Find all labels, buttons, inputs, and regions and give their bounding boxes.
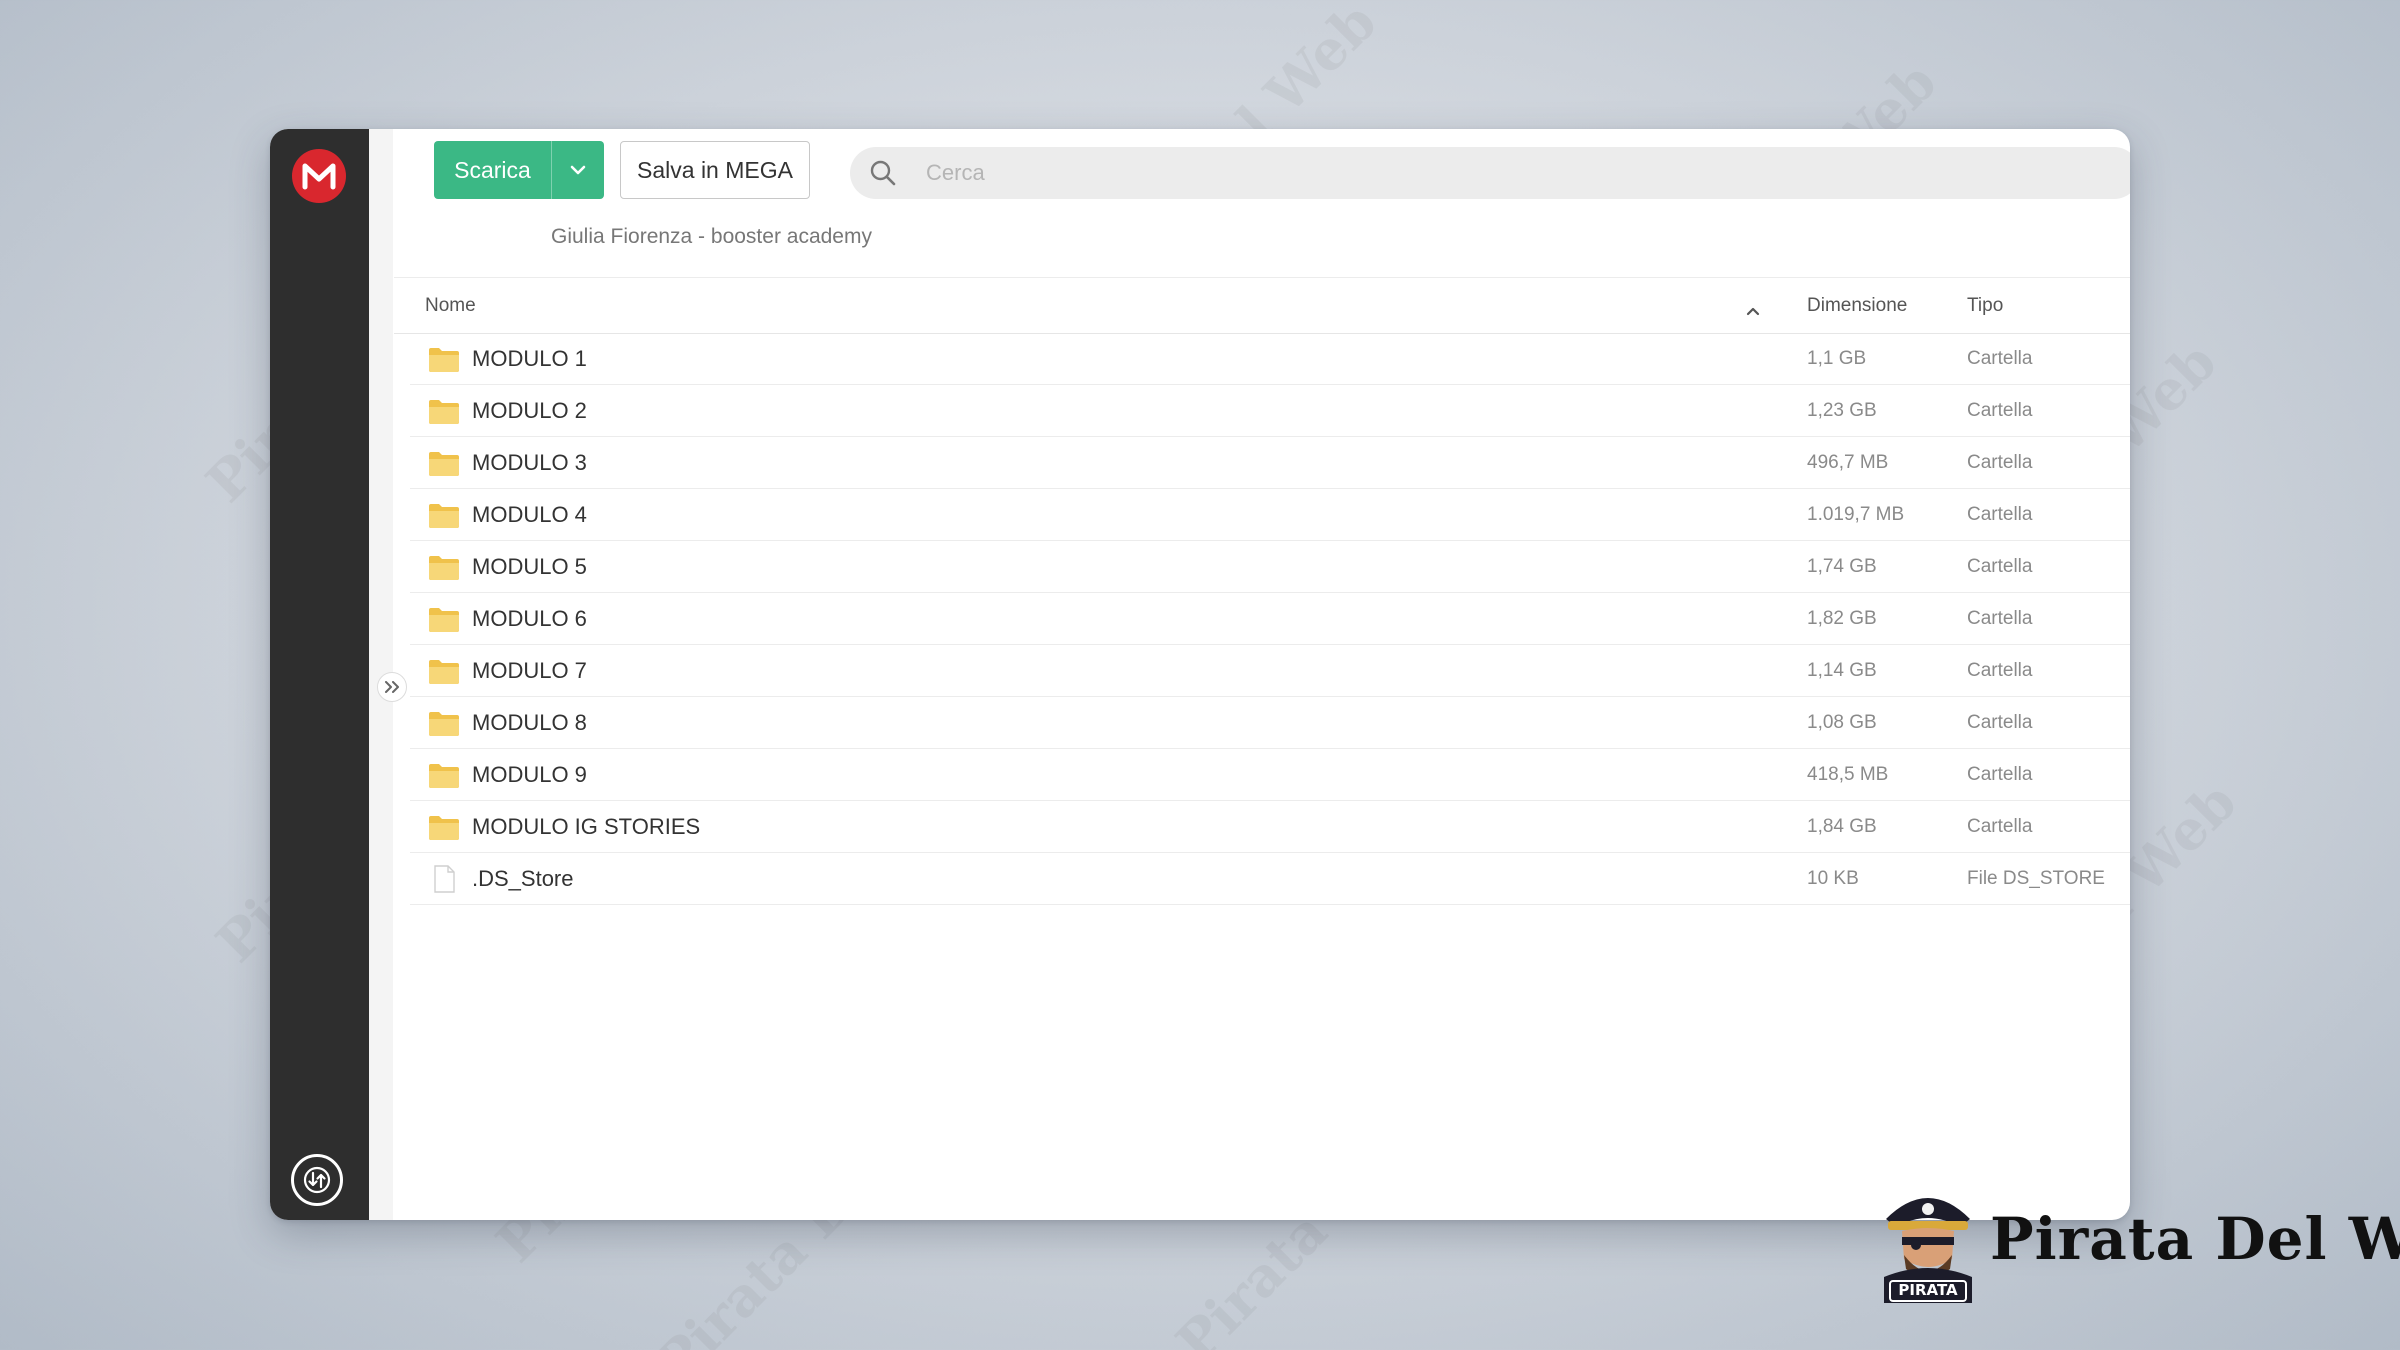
folder-icon [428, 709, 460, 737]
row-name: .DS_Store [472, 866, 574, 891]
row-name: MODULO 4 [472, 502, 587, 527]
transfer-manager-button[interactable] [291, 1154, 343, 1206]
row-type: Cartella [1967, 504, 2033, 525]
row-size: 1,84 GB [1807, 816, 1877, 837]
download-options-button[interactable] [551, 141, 604, 199]
download-button[interactable]: Scarica [434, 141, 604, 199]
table-row[interactable]: MODULO 1 1,1 GB Cartella [410, 333, 2130, 385]
row-type: Cartella [1967, 764, 2033, 785]
row-size: 1,1 GB [1807, 348, 1867, 369]
table-row[interactable]: MODULO 6 1,82 GB Cartella [410, 593, 2130, 645]
file-rows: MODULO 1 1,1 GB Cartella MODULO 2 1,23 GB Car… [394, 333, 2130, 905]
row-name: MODULO 5 [472, 554, 587, 579]
transfer-icon [303, 1166, 331, 1194]
row-name: MODULO 1 [472, 346, 587, 371]
row-size: 418,5 MB [1807, 764, 1889, 785]
row-name: MODULO 2 [472, 398, 587, 423]
row-type: Cartella [1967, 400, 2033, 421]
search-icon [868, 158, 898, 188]
row-type: Cartella [1967, 712, 2033, 733]
brand-name: Pirata Del Web [1990, 1205, 2400, 1273]
folder-icon [428, 553, 460, 581]
list-header: Nome Dimensione Tipo [394, 277, 2130, 334]
row-type: Cartella [1967, 660, 2033, 681]
file-list: Nome Dimensione Tipo MODULO 1 1,1 GB Carte… [394, 277, 2130, 1220]
table-row[interactable]: MODULO 2 1,23 GB Cartella [410, 385, 2130, 437]
chevron-down-icon [570, 165, 586, 175]
folder-icon [428, 501, 460, 529]
column-header-type[interactable]: Tipo [1967, 295, 2003, 317]
table-row[interactable]: MODULO IG STORIES 1,84 GB Cartella [410, 801, 2130, 853]
row-type: Cartella [1967, 556, 2033, 577]
row-size: 1,74 GB [1807, 556, 1877, 577]
row-name: MODULO 3 [472, 450, 587, 475]
folder-icon [428, 345, 460, 373]
row-size: 1,82 GB [1807, 608, 1877, 629]
row-size: 1.019,7 MB [1807, 504, 1905, 525]
folder-icon [428, 813, 460, 841]
table-row[interactable]: MODULO 9 418,5 MB Cartella [410, 749, 2130, 801]
folder-icon [428, 605, 460, 633]
row-type: Cartella [1967, 348, 2033, 369]
search-input[interactable] [924, 159, 2028, 187]
folder-icon [428, 397, 460, 425]
column-header-size[interactable]: Dimensione [1807, 295, 1907, 317]
folder-icon [428, 657, 460, 685]
row-name: MODULO IG STORIES [472, 814, 701, 839]
sort-ascending-icon[interactable] [1746, 300, 1760, 322]
folder-icon [428, 449, 460, 477]
column-header-name[interactable]: Nome [425, 295, 476, 317]
row-type: Cartella [1967, 608, 2033, 629]
row-name: MODULO 7 [472, 658, 587, 683]
mega-logo-button[interactable] [292, 149, 346, 203]
mega-window: Scarica Salva in MEGA Giulia Fiorenza - … [270, 129, 2130, 1220]
row-type: Cartella [1967, 816, 2033, 837]
row-size: 496,7 MB [1807, 452, 1889, 473]
table-row[interactable]: MODULO 3 496,7 MB Cartella [410, 437, 2130, 489]
breadcrumb: Giulia Fiorenza - booster academy [551, 225, 872, 248]
row-name: MODULO 6 [472, 606, 587, 631]
mega-logo-icon [302, 163, 336, 190]
file-icon [428, 865, 460, 893]
search-bar[interactable] [850, 147, 2130, 199]
row-type: Cartella [1967, 452, 2033, 473]
row-name: MODULO 8 [472, 710, 587, 735]
table-row[interactable]: .DS_Store 10 KB File DS_STORE [410, 853, 2130, 905]
folder-icon [428, 761, 460, 789]
download-button-label: Scarica [454, 156, 531, 183]
table-row[interactable]: MODULO 4 1.019,7 MB Cartella [410, 489, 2130, 541]
row-name: MODULO 9 [472, 762, 587, 787]
save-to-mega-button[interactable]: Salva in MEGA [620, 141, 810, 199]
table-row[interactable]: MODULO 7 1,14 GB Cartella [410, 645, 2130, 697]
row-type: File DS_STORE [1967, 868, 2105, 889]
row-size: 1,14 GB [1807, 660, 1877, 681]
pirate-logo-label: PIRATA [1898, 1281, 1958, 1299]
row-size: 1,08 GB [1807, 712, 1877, 733]
table-row[interactable]: MODULO 5 1,74 GB Cartella [410, 541, 2130, 593]
table-row[interactable]: MODULO 8 1,08 GB Cartella [410, 697, 2130, 749]
row-size: 10 KB [1807, 868, 1859, 889]
row-size: 1,23 GB [1807, 400, 1877, 421]
sidebar [270, 129, 369, 1220]
